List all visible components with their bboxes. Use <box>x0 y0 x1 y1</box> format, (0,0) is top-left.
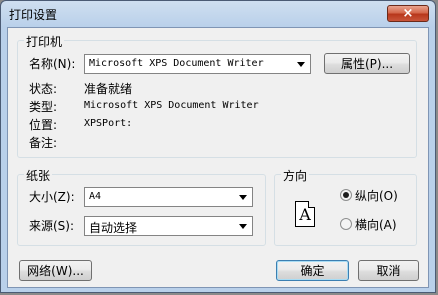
printer-name-dropdown[interactable]: Microsoft XPS Document Writer <box>84 54 311 74</box>
dialog-body: 打印机 名称(N): Microsoft XPS Document Writer… <box>7 27 429 288</box>
printer-group: 打印机 名称(N): Microsoft XPS Document Writer… <box>17 33 417 158</box>
page-letter: A <box>299 204 311 224</box>
paper-source-dropdown[interactable]: 自动选择 <box>84 216 253 236</box>
properties-button[interactable]: 属性(P)... <box>324 53 410 74</box>
cancel-button[interactable]: 取消 <box>358 260 419 281</box>
status-value: 准备就绪 <box>84 82 133 96</box>
page-orientation-icon: A <box>295 201 315 227</box>
type-label: 类型: <box>29 100 58 114</box>
portrait-label[interactable]: 纵向(O) <box>355 187 398 204</box>
landscape-label[interactable]: 横向(A) <box>355 216 397 233</box>
comment-label: 备注: <box>29 136 58 150</box>
landscape-radio[interactable] <box>340 218 352 230</box>
chevron-down-icon <box>297 62 305 67</box>
window-title: 打印设置 <box>9 8 58 22</box>
printer-group-title: 打印机 <box>24 33 65 50</box>
chevron-down-icon <box>239 195 247 200</box>
where-label: 位置: <box>29 118 58 132</box>
orientation-group: 方向 A 纵向(O) 横向(A) <box>274 167 417 246</box>
print-setup-dialog: 打印设置 × 打印机 名称(N): Microsoft XPS Document… <box>0 0 436 293</box>
paper-source-label: 来源(S): <box>29 219 75 233</box>
orientation-group-title: 方向 <box>281 167 310 184</box>
paper-size-value: A4 <box>89 191 102 202</box>
status-label: 状态: <box>29 82 58 96</box>
close-button[interactable]: × <box>387 5 429 22</box>
where-value: XPSPort: <box>84 118 133 129</box>
ok-button[interactable]: 确定 <box>276 260 349 281</box>
chevron-down-icon <box>239 224 247 229</box>
paper-source-value: 自动选择 <box>89 221 138 235</box>
close-icon: × <box>402 6 414 21</box>
paper-group: 纸张 大小(Z): A4 来源(S): 自动选择 <box>17 167 266 246</box>
title-bar[interactable]: 打印设置 × <box>1 1 435 27</box>
paper-size-label: 大小(Z): <box>29 190 75 204</box>
paper-size-dropdown[interactable]: A4 <box>84 187 253 207</box>
printer-name-value: Microsoft XPS Document Writer <box>89 58 264 69</box>
type-value: Microsoft XPS Document Writer <box>84 100 259 111</box>
portrait-radio[interactable] <box>340 189 352 201</box>
printer-name-label: 名称(N): <box>29 57 76 71</box>
network-button[interactable]: 网络(W)... <box>19 260 92 281</box>
paper-group-title: 纸张 <box>24 167 53 184</box>
